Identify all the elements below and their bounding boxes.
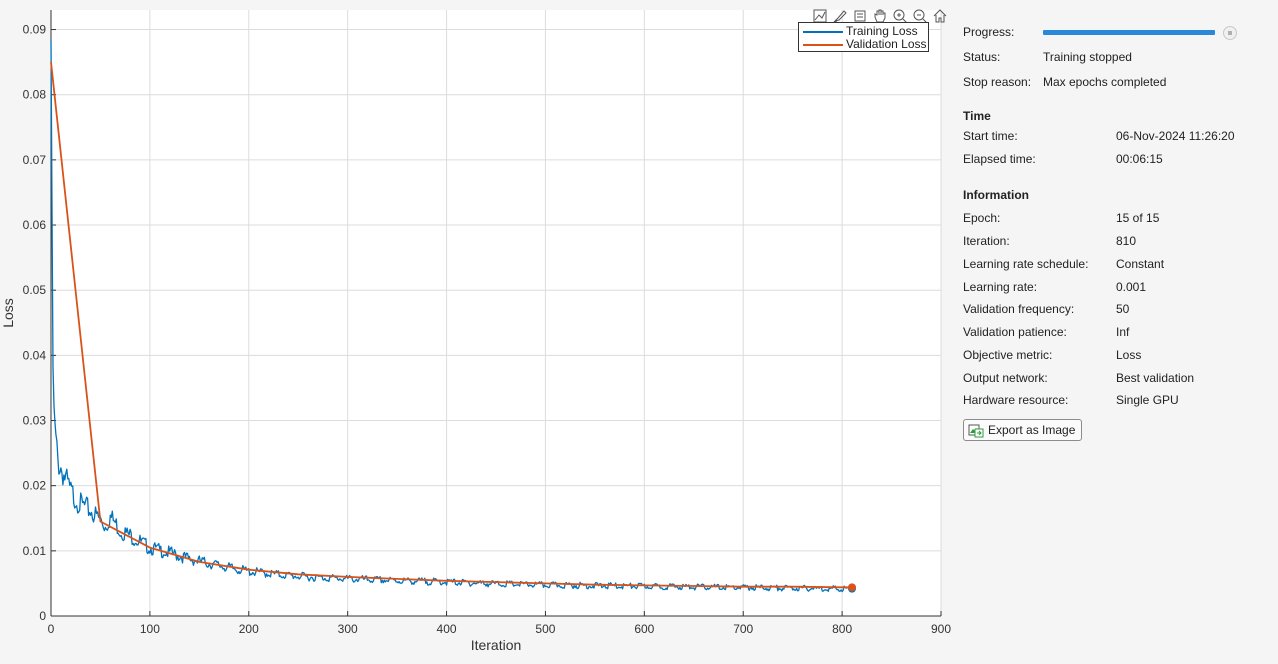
y-tick-label: 0.02 bbox=[23, 479, 47, 493]
export-as-image-button[interactable]: Export as Image bbox=[963, 419, 1083, 441]
iteration-label: Iteration: bbox=[963, 234, 1010, 248]
x-tick-label: 800 bbox=[832, 622, 852, 636]
elapsed-time-label: Elapsed time: bbox=[963, 152, 1036, 166]
val-patience-value: Inf bbox=[1116, 325, 1130, 339]
objective-value: Loss bbox=[1116, 348, 1142, 362]
legend-label-training: Training Loss bbox=[846, 24, 918, 38]
status-value: Training stopped bbox=[1043, 50, 1132, 64]
val-freq-value: 50 bbox=[1116, 302, 1130, 316]
legend-line-training bbox=[803, 31, 843, 33]
val-patience-label: Validation patience: bbox=[963, 325, 1067, 339]
legend-label-validation: Validation Loss bbox=[846, 37, 927, 51]
progress-bar bbox=[1043, 30, 1215, 35]
x-axis-label: Iteration bbox=[471, 637, 522, 653]
status-label: Status: bbox=[963, 50, 1001, 64]
stop-reason-label: Stop reason: bbox=[963, 75, 1032, 89]
x-tick-label: 500 bbox=[535, 622, 555, 636]
plot-panel: 0 100 200 300 400 500 600 700 800 900 0 0.01 0.02 0.0… bbox=[0, 0, 955, 664]
export-button-label: Export as Image bbox=[988, 423, 1076, 437]
start-time-value: 06-Nov-2024 11:26:20 bbox=[1116, 129, 1235, 143]
x-tick-label: 400 bbox=[437, 622, 457, 636]
stop-reason-value: Max epochs completed bbox=[1043, 75, 1167, 89]
epoch-value: 15 of 15 bbox=[1116, 211, 1160, 225]
x-tick-label: 0 bbox=[48, 622, 55, 636]
x-tick-label: 900 bbox=[931, 622, 951, 636]
y-tick-label: 0.09 bbox=[23, 23, 47, 37]
y-tick-label: 0 bbox=[39, 609, 46, 623]
lr-value: 0.001 bbox=[1116, 280, 1147, 294]
y-tick-label: 0.08 bbox=[23, 88, 47, 102]
progress-label: Progress: bbox=[963, 25, 1015, 39]
start-time-label: Start time: bbox=[963, 129, 1018, 143]
training-info-panel: Progress: Status: Training stopped Stop … bbox=[955, 0, 1278, 664]
y-tick-label: 0.05 bbox=[23, 283, 47, 297]
lr-schedule-value: Constant bbox=[1116, 257, 1165, 271]
lr-schedule-label: Learning rate schedule: bbox=[963, 257, 1089, 271]
y-tick-label: 0.03 bbox=[23, 414, 47, 428]
validation-final-marker bbox=[848, 583, 856, 592]
iteration-value: 810 bbox=[1116, 234, 1137, 248]
y-tick-label: 0.01 bbox=[23, 544, 47, 558]
home-icon[interactable] bbox=[932, 8, 948, 24]
epoch-label: Epoch: bbox=[963, 211, 1001, 225]
elapsed-time-value: 00:06:15 bbox=[1116, 152, 1163, 166]
y-tick-label: 0.04 bbox=[23, 348, 47, 362]
objective-label: Objective metric: bbox=[963, 348, 1053, 362]
hardware-value: Single GPU bbox=[1116, 393, 1179, 407]
val-freq-label: Validation frequency: bbox=[963, 302, 1075, 316]
x-tick-label: 300 bbox=[338, 622, 358, 636]
x-tick-label: 700 bbox=[733, 622, 753, 636]
y-tick-label: 0.06 bbox=[23, 218, 47, 232]
loss-chart[interactable]: 0 100 200 300 400 500 600 700 800 900 0 0.01 0.02 0.0… bbox=[0, 0, 955, 664]
stop-training-button[interactable] bbox=[1223, 26, 1237, 40]
time-section-title: Time bbox=[963, 109, 991, 123]
output-network-value: Best validation bbox=[1116, 371, 1195, 385]
legend-line-validation bbox=[803, 44, 843, 46]
plot-area bbox=[51, 10, 941, 616]
hardware-label: Hardware resource: bbox=[963, 393, 1069, 407]
x-tick-label: 600 bbox=[634, 622, 654, 636]
lr-label: Learning rate: bbox=[963, 280, 1038, 294]
chart-legend: Training Loss Validation Loss bbox=[798, 22, 929, 52]
information-section-title: Information bbox=[963, 188, 1029, 202]
y-tick-label: 0.07 bbox=[23, 153, 47, 167]
x-tick-label: 100 bbox=[140, 622, 160, 636]
y-axis-label: Loss bbox=[0, 298, 16, 328]
output-network-label: Output network: bbox=[963, 371, 1048, 385]
x-tick-label: 200 bbox=[239, 622, 259, 636]
export-image-icon bbox=[968, 424, 984, 438]
